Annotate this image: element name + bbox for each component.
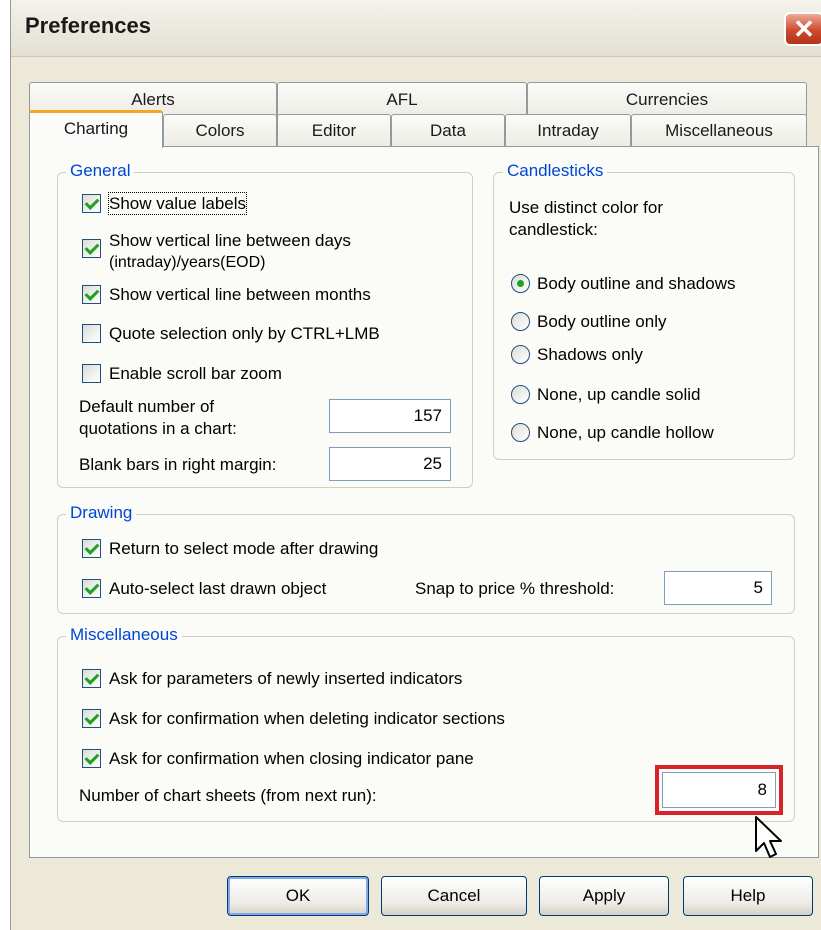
tab-afl[interactable]: AFL bbox=[277, 82, 527, 118]
title-bar[interactable]: Preferences bbox=[11, 0, 821, 56]
default-quotations-input[interactable]: 157 bbox=[329, 399, 451, 433]
mouse-cursor-icon bbox=[755, 816, 782, 858]
default-quotations-label-line2: quotations in a chart: bbox=[79, 419, 237, 438]
blank-bars-label: Blank bars in right margin: bbox=[79, 455, 277, 474]
scroll-zoom-checkbox[interactable] bbox=[82, 364, 101, 383]
quote-selection-label[interactable]: Quote selection only by CTRL+LMB bbox=[109, 323, 380, 344]
return-select-checkbox[interactable] bbox=[82, 539, 101, 558]
candle-shadows-only-label[interactable]: Shadows only bbox=[537, 344, 643, 365]
tab-currencies[interactable]: Currencies bbox=[527, 82, 807, 118]
chart-sheets-label: Number of chart sheets (from next run): bbox=[79, 786, 377, 805]
default-quotations-label-line1: Default number of bbox=[79, 397, 215, 416]
show-value-labels-label[interactable]: Show value labels bbox=[107, 192, 248, 215]
candlesticks-intro-line1: Use distinct color for bbox=[509, 198, 663, 217]
cancel-button[interactable]: Cancel bbox=[381, 876, 527, 916]
candlesticks-intro-line2: candlestick: bbox=[509, 220, 598, 239]
candle-body-outline-shadows-label[interactable]: Body outline and shadows bbox=[537, 273, 735, 294]
tab-miscellaneous[interactable]: Miscellaneous bbox=[631, 114, 807, 148]
confirm-close-label[interactable]: Ask for confirmation when closing indica… bbox=[109, 748, 474, 769]
vertical-days-label-line2[interactable]: (intraday)/years(EOD) bbox=[109, 252, 265, 273]
candle-body-outline-only-radio[interactable] bbox=[511, 312, 530, 331]
tab-charting[interactable]: Charting bbox=[29, 110, 163, 148]
general-legend: General bbox=[66, 161, 135, 181]
candle-none-solid-radio[interactable] bbox=[511, 385, 530, 404]
tab-colors[interactable]: Colors bbox=[163, 114, 277, 148]
ask-params-checkbox[interactable] bbox=[82, 669, 101, 688]
vertical-days-label-line1[interactable]: Show vertical line between days bbox=[109, 230, 351, 251]
confirm-close-checkbox[interactable] bbox=[82, 749, 101, 768]
close-icon[interactable]: ✕ bbox=[784, 12, 821, 46]
candle-shadows-only-radio[interactable] bbox=[511, 345, 530, 364]
vertical-days-checkbox[interactable] bbox=[82, 239, 101, 258]
apply-button[interactable]: Apply bbox=[539, 876, 669, 916]
tab-editor[interactable]: Editor bbox=[277, 114, 391, 148]
show-value-labels-checkbox[interactable] bbox=[82, 194, 101, 213]
tab-data[interactable]: Data bbox=[391, 114, 505, 148]
blank-bars-input[interactable]: 25 bbox=[329, 447, 451, 481]
vertical-months-checkbox[interactable] bbox=[82, 285, 101, 304]
help-button[interactable]: Help bbox=[683, 876, 813, 916]
auto-select-checkbox[interactable] bbox=[82, 579, 101, 598]
candle-body-outline-only-label[interactable]: Body outline only bbox=[537, 311, 666, 332]
auto-select-label[interactable]: Auto-select last drawn object bbox=[109, 578, 326, 599]
snap-threshold-input[interactable]: 5 bbox=[664, 571, 772, 605]
quote-selection-checkbox[interactable] bbox=[82, 324, 101, 343]
candle-none-hollow-label[interactable]: None, up candle hollow bbox=[537, 422, 714, 443]
candle-none-hollow-radio[interactable] bbox=[511, 423, 530, 442]
candle-body-outline-shadows-radio[interactable] bbox=[511, 274, 530, 293]
preferences-window: Preferences Alerts AFL Currencies Colors… bbox=[10, 0, 821, 930]
ask-params-label[interactable]: Ask for parameters of newly inserted ind… bbox=[109, 668, 462, 689]
snap-threshold-label: Snap to price % threshold: bbox=[415, 579, 615, 598]
misc-legend: Miscellaneous bbox=[66, 625, 182, 645]
vertical-months-label[interactable]: Show vertical line between months bbox=[109, 284, 371, 305]
drawing-legend: Drawing bbox=[66, 503, 137, 523]
candle-none-solid-label[interactable]: None, up candle solid bbox=[537, 384, 701, 405]
title-separator bbox=[11, 56, 821, 57]
confirm-delete-label[interactable]: Ask for confirmation when deleting indic… bbox=[109, 708, 505, 729]
chart-sheets-input[interactable]: 8 bbox=[662, 772, 776, 808]
scroll-zoom-label[interactable]: Enable scroll bar zoom bbox=[109, 363, 282, 384]
candlesticks-legend: Candlesticks bbox=[503, 161, 608, 181]
confirm-delete-checkbox[interactable] bbox=[82, 709, 101, 728]
tab-intraday[interactable]: Intraday bbox=[505, 114, 631, 148]
window-title: Preferences bbox=[25, 13, 151, 38]
return-select-label[interactable]: Return to select mode after drawing bbox=[109, 538, 378, 559]
ok-button[interactable]: OK bbox=[227, 876, 369, 916]
